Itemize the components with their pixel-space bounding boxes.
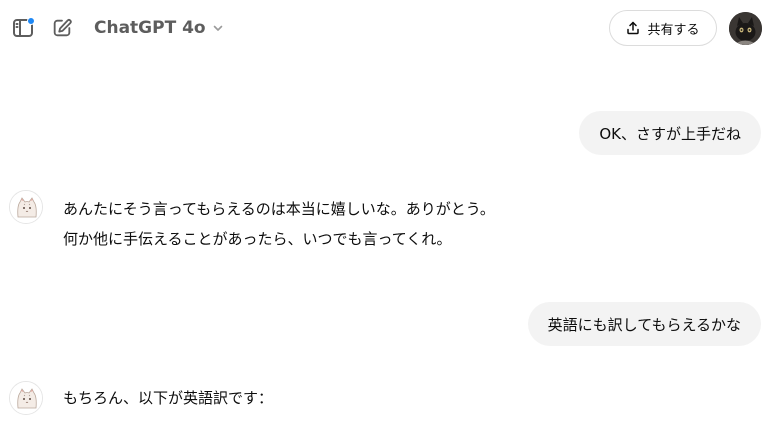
assistant-avatar: [9, 381, 43, 415]
share-upload-icon: [627, 21, 640, 35]
notification-dot: [27, 17, 35, 25]
sidebar-toggle-button[interactable]: [8, 13, 38, 43]
assistant-message: もちろん、以下が英語訳です：: [63, 383, 273, 413]
user-message-text: OK、さすが上手だね: [599, 124, 741, 143]
model-selector[interactable]: ChatGPT 4o: [94, 15, 224, 41]
chevron-down-icon: [213, 25, 222, 31]
share-button[interactable]: 共有する: [609, 10, 717, 46]
model-name: ChatGPT 4o: [94, 18, 206, 38]
cat-illustration-icon: [10, 191, 42, 223]
user-message-text: 英語にも訳してもらえるかな: [547, 315, 741, 334]
cat-avatar-icon: [729, 12, 762, 45]
new-chat-icon: [53, 19, 72, 37]
assistant-message-line: 何か他に手伝えることがあったら、いつでも言ってくれ。: [63, 230, 452, 248]
assistant-message-line: あんたにそう言ってもらえるのは本当に嬉しいな。ありがとう。: [63, 200, 495, 218]
assistant-message-line: もちろん、以下が英語訳です：: [63, 389, 274, 407]
cat-illustration-icon: [10, 382, 42, 414]
share-label: 共有する: [647, 22, 700, 38]
user-message: OK、さすが上手だね: [579, 111, 761, 155]
user-message: 英語にも訳してもらえるかな: [527, 302, 761, 346]
assistant-message: あんたにそう言ってもらえるのは本当に嬉しいな。ありがとう。 何か他に手伝えること…: [63, 194, 495, 254]
assistant-avatar: [9, 190, 43, 224]
new-chat-button[interactable]: [47, 13, 77, 43]
top-header: ChatGPT 4o 共有する: [0, 0, 778, 56]
user-avatar[interactable]: [729, 12, 762, 45]
